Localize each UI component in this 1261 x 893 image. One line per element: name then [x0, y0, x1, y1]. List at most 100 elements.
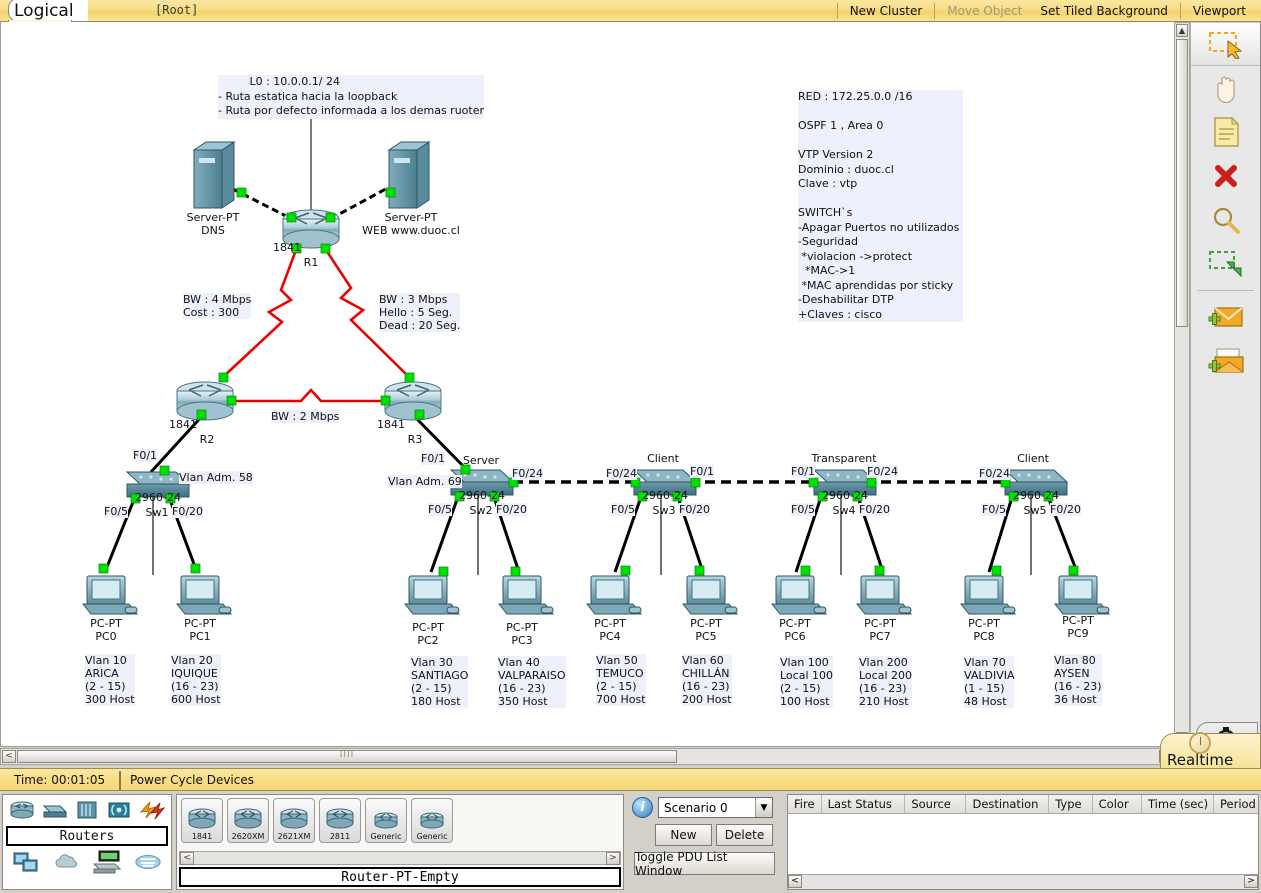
port-label-sw4-trunk: F0/24	[867, 465, 899, 478]
horizontal-scroll-thumb[interactable]	[17, 750, 677, 763]
label-r2-model: 1841	[169, 418, 197, 431]
device-type-end-devices[interactable]	[12, 849, 40, 875]
column-last-status[interactable]: Last Status	[822, 795, 906, 813]
column-period[interactable]: Period	[1214, 795, 1258, 813]
label-r3-name: R3	[407, 433, 423, 446]
label-sw5-model: 2960-24	[1013, 489, 1059, 502]
vertical-scroll-thumb[interactable]	[1176, 39, 1188, 327]
wan-cloud-icon	[55, 854, 77, 868]
column-source[interactable]: Source	[905, 795, 967, 813]
label-sw1-vlan-adm: Vlan Adm. 58	[179, 471, 253, 484]
canvas-horizontal-scrollbar[interactable]: < >	[0, 748, 1175, 765]
toggle-pdu-list-window-button[interactable]: Toggle PDU List Window	[634, 850, 775, 878]
delete-tool-button[interactable]	[1191, 154, 1260, 198]
label-sw2-vtp-role: Server	[462, 454, 500, 467]
info-icon[interactable]: i	[632, 797, 653, 818]
device-model-box: 1841 2620XM 2621XM 2811 Generic Generic …	[176, 794, 624, 890]
device-model-2621xm[interactable]: 2621XM	[273, 798, 315, 843]
device-type-routers[interactable]	[8, 797, 36, 823]
delete-scenario-button[interactable]: Delete	[716, 824, 773, 846]
scroll-up-button[interactable]: ▲	[1176, 24, 1188, 37]
device-model-generic-2[interactable]: Generic	[411, 798, 453, 843]
add-simple-pdu-button[interactable]	[1191, 295, 1260, 339]
new-cluster-button[interactable]: New Cluster	[841, 0, 932, 22]
switch-icon	[42, 805, 67, 818]
set-tiled-background-button[interactable]: Set Tiled Background	[1031, 0, 1177, 22]
add-complex-pdu-button[interactable]	[1191, 339, 1260, 383]
new-scenario-button[interactable]: New	[655, 824, 712, 846]
device-pc8	[959, 575, 1017, 615]
device-server-dns	[192, 141, 236, 209]
scroll-left-button[interactable]: <	[788, 875, 802, 888]
device-model-generic-1[interactable]: Generic	[365, 798, 407, 843]
label-pc4-name: PC4	[599, 630, 621, 643]
open-envelope-plus-icon	[1208, 348, 1244, 373]
device-model-1841[interactable]: 1841	[181, 798, 223, 843]
scroll-right-button[interactable]: >	[606, 852, 620, 865]
column-time[interactable]: Time (sec)	[1142, 795, 1214, 813]
pdu-table-body	[788, 814, 1258, 872]
scenario-select-row: i Scenario 0 ▼	[628, 794, 783, 821]
note-config[interactable]: RED : 172.25.0.0 /16 OSPF 1 , Area 0 VTP…	[798, 90, 964, 322]
logical-tab-label[interactable]: Logical	[14, 1, 74, 21]
top-toolbar: Logical [Root] New Cluster Move Object S…	[0, 0, 1261, 22]
device-type-connections[interactable]	[138, 797, 166, 823]
inspect-tool-button[interactable]	[1191, 198, 1260, 242]
scroll-left-button[interactable]: <	[180, 852, 194, 865]
device-pc0	[81, 575, 139, 615]
port-label-sw3-trunk: F0/24	[606, 467, 638, 480]
port-label-sw4-left: F0/5	[791, 503, 816, 516]
place-note-tool-button[interactable]	[1191, 110, 1260, 154]
device-type-wan-emulation[interactable]	[53, 849, 81, 875]
canvas-vertical-scrollbar[interactable]: ▲ ▼	[1174, 22, 1190, 747]
column-fire[interactable]: Fire	[788, 795, 822, 813]
label-pc5-model: PC-PT	[690, 617, 722, 630]
scenario-panel: i Scenario 0 ▼ New Delete Toggle PDU Lis…	[628, 794, 783, 890]
column-color[interactable]: Color	[1093, 795, 1142, 813]
label-sw3-vtp-role: Client	[647, 452, 679, 465]
vlan-info-pc4: Vlan 50 TEMUCO (2 - 15) 700 Host	[596, 654, 646, 706]
realtime-mode-tab[interactable]: Realtime	[1160, 732, 1261, 773]
scenario-dropdown[interactable]: Scenario 0 ▼	[658, 797, 773, 818]
hand-icon	[1216, 76, 1235, 103]
end-devices-icon	[13, 852, 38, 872]
power-cycle-devices-button[interactable]: Power Cycle Devices	[130, 773, 254, 787]
label-pc1-name: PC1	[189, 630, 211, 643]
resize-shape-tool-button[interactable]	[1191, 242, 1260, 286]
device-type-row-2	[3, 847, 171, 877]
device-model-2620xm[interactable]: 2620XM	[227, 798, 269, 843]
label-pc3-name: PC3	[511, 634, 533, 647]
label-pc1-model: PC-PT	[184, 617, 216, 630]
device-type-hubs[interactable]	[73, 797, 101, 823]
move-layout-tool-button[interactable]	[1191, 66, 1260, 110]
router-icon	[326, 808, 354, 829]
note-loopback[interactable]: L0 : 10.0.0.1/ 24 - Ruta estatica hacia …	[218, 75, 484, 119]
port-label-sw2-left: F0/5	[428, 503, 453, 516]
label-pc4-model: PC-PT	[594, 617, 626, 630]
scenario-selected-value: Scenario 0	[664, 800, 728, 815]
move-object-button[interactable]: Move Object	[938, 0, 1031, 22]
divider	[934, 3, 936, 19]
packet-tracer-window: Logical [Root] New Cluster Move Object S…	[0, 0, 1261, 893]
select-tool-button[interactable]	[1191, 22, 1260, 66]
logical-workspace-canvas[interactable]: L0 : 10.0.0.1/ 24 - Ruta estatica hacia …	[0, 22, 1175, 747]
device-model-2811[interactable]: 2811	[319, 798, 361, 843]
scroll-left-button[interactable]: <	[2, 750, 16, 763]
label-pc8-name: PC8	[973, 630, 995, 643]
column-destination[interactable]: Destination	[966, 795, 1050, 813]
column-type[interactable]: Type	[1049, 795, 1093, 813]
toolbar-divider	[1197, 290, 1254, 291]
device-type-multiuser-connection[interactable]	[134, 849, 162, 875]
scroll-right-button[interactable]: >	[1244, 875, 1258, 888]
device-type-switches[interactable]	[41, 797, 69, 823]
device-type-wireless[interactable]	[105, 797, 133, 823]
label-sw1-model: 2960-24	[135, 491, 181, 504]
port-label-sw2-right: F0/20	[496, 503, 528, 516]
device-type-custom-made[interactable]	[93, 849, 122, 875]
viewport-button[interactable]: Viewport	[1184, 0, 1255, 22]
label-sw5-vtp-role: Client	[1017, 452, 1049, 465]
label-sw2-vlan-adm: Vlan Adm. 69	[388, 475, 462, 488]
custom-device-icon	[93, 850, 122, 874]
pdu-table-scrollbar[interactable]: < >	[788, 874, 1258, 889]
device-model-scrollbar[interactable]: < >	[179, 851, 621, 865]
